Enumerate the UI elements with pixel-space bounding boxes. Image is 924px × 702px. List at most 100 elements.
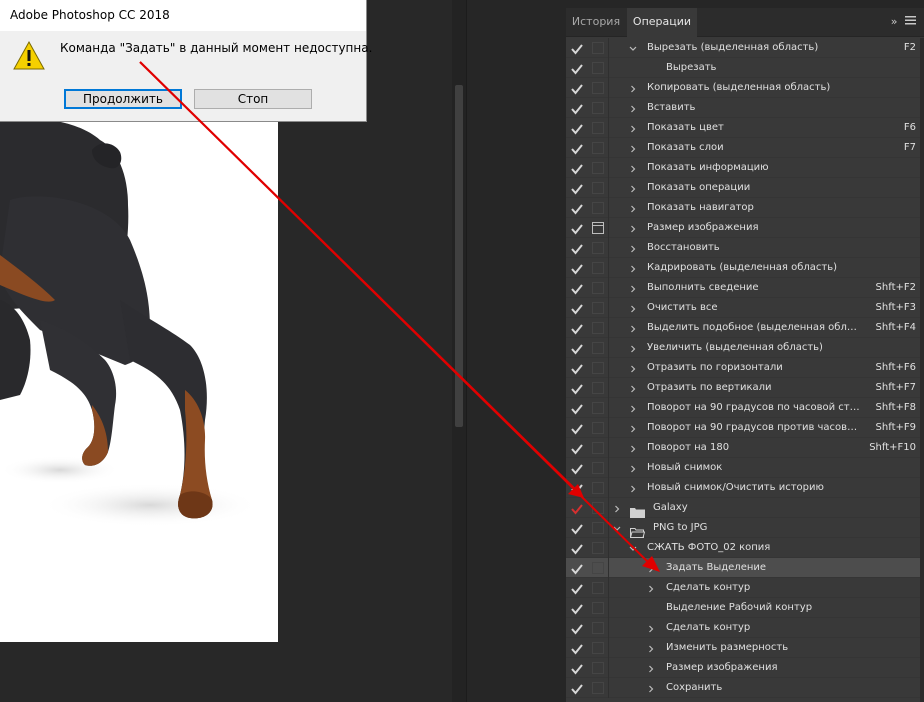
stop-button[interactable]: Стоп xyxy=(194,89,312,109)
action-row[interactable]: Показать операции xyxy=(566,178,920,198)
action-row[interactable]: Показать цвет F6 xyxy=(566,118,920,138)
action-row[interactable]: Выполнить сведение Shft+F2 xyxy=(566,278,920,298)
dialog-toggle-icon[interactable] xyxy=(592,262,604,274)
chevron-right-icon[interactable] xyxy=(646,641,656,655)
checkmark-icon[interactable] xyxy=(571,461,583,475)
dialog-toggle-icon[interactable] xyxy=(592,282,604,294)
chevron-right-icon[interactable] xyxy=(628,81,638,95)
dialog-toggle-icon[interactable] xyxy=(592,202,604,214)
action-row[interactable]: Поворот на 90 градусов по часовой стрелк… xyxy=(566,398,920,418)
checkmark-icon[interactable] xyxy=(571,401,583,415)
dialog-toggle-icon[interactable] xyxy=(592,302,604,314)
dialog-toggle-icon[interactable] xyxy=(592,402,604,414)
dialog-toggle-icon[interactable] xyxy=(592,602,604,614)
action-row[interactable]: Копировать (выделенная область) xyxy=(566,78,920,98)
chevron-right-icon[interactable] xyxy=(628,361,638,375)
chevron-right-icon[interactable] xyxy=(628,261,638,275)
checkmark-icon[interactable] xyxy=(571,321,583,335)
checkmark-icon[interactable] xyxy=(571,541,583,555)
action-row[interactable]: Выделить подобное (выделенная область) Sh… xyxy=(566,318,920,338)
chevron-right-icon[interactable] xyxy=(646,681,656,695)
chevron-right-icon[interactable] xyxy=(628,241,638,255)
dialog-toggle-icon[interactable] xyxy=(592,182,604,194)
action-row[interactable]: Размер изображения xyxy=(566,218,920,238)
action-row[interactable]: Кадрировать (выделенная область) xyxy=(566,258,920,278)
checkmark-icon[interactable] xyxy=(571,61,583,75)
checkmark-icon[interactable] xyxy=(571,641,583,655)
dialog-toggle-icon[interactable] xyxy=(592,682,604,694)
dialog-toggle-icon[interactable] xyxy=(592,362,604,374)
dialog-toggle-icon[interactable] xyxy=(592,142,604,154)
dialog-toggle-icon[interactable] xyxy=(592,582,604,594)
chevron-right-icon[interactable] xyxy=(628,181,638,195)
dialog-titlebar[interactable]: Adobe Photoshop CC 2018 xyxy=(0,0,366,31)
checkmark-icon[interactable] xyxy=(571,561,583,575)
checkmark-icon[interactable] xyxy=(571,81,583,95)
chevron-right-icon[interactable] xyxy=(646,561,656,575)
dialog-toggle-icon[interactable] xyxy=(592,382,604,394)
checkmark-icon[interactable] xyxy=(571,681,583,695)
checkmark-icon[interactable] xyxy=(571,421,583,435)
dialog-toggle-icon[interactable] xyxy=(592,242,604,254)
checkmark-icon[interactable] xyxy=(571,301,583,315)
dialog-toggle-icon[interactable] xyxy=(592,622,604,634)
checkmark-icon[interactable] xyxy=(571,501,583,515)
chevron-right-icon[interactable] xyxy=(628,301,638,315)
action-row[interactable]: Вставить xyxy=(566,98,920,118)
chevron-right-icon[interactable] xyxy=(628,401,638,415)
chevron-right-icon[interactable] xyxy=(612,501,622,515)
dialog-toggle-icon[interactable] xyxy=(592,422,604,434)
action-row[interactable]: Отразить по вертикали Shft+F7 xyxy=(566,378,920,398)
dialog-toggle-icon[interactable] xyxy=(592,222,604,234)
action-row[interactable]: Показать слои F7 xyxy=(566,138,920,158)
dialog-toggle-icon[interactable] xyxy=(592,62,604,74)
checkmark-icon[interactable] xyxy=(571,441,583,455)
checkmark-icon[interactable] xyxy=(571,41,583,55)
action-row[interactable]: Новый снимок xyxy=(566,458,920,478)
dialog-toggle-icon[interactable] xyxy=(592,642,604,654)
checkmark-icon[interactable] xyxy=(571,661,583,675)
chevron-right-icon[interactable] xyxy=(628,481,638,495)
checkmark-icon[interactable] xyxy=(571,361,583,375)
action-row[interactable]: Показать навигатор xyxy=(566,198,920,218)
action-row[interactable]: Размер изображения xyxy=(566,658,920,678)
chevron-down-icon[interactable] xyxy=(628,541,638,555)
action-row[interactable]: Поворот на 180 Shft+F10 xyxy=(566,438,920,458)
checkmark-icon[interactable] xyxy=(571,161,583,175)
action-row[interactable]: Показать информацию xyxy=(566,158,920,178)
chevron-right-icon[interactable] xyxy=(646,661,656,675)
checkmark-icon[interactable] xyxy=(571,221,583,235)
continue-button[interactable]: Продолжить xyxy=(64,89,182,109)
checkmark-icon[interactable] xyxy=(571,261,583,275)
chevron-right-icon[interactable] xyxy=(628,201,638,215)
panel-menu-button[interactable]: » xyxy=(891,8,916,36)
dialog-toggle-icon[interactable] xyxy=(592,322,604,334)
chevron-down-icon[interactable] xyxy=(612,521,622,535)
action-row[interactable]: Изменить размерность xyxy=(566,638,920,658)
checkmark-icon[interactable] xyxy=(571,621,583,635)
workspace-scroll-thumb[interactable] xyxy=(455,85,463,427)
checkmark-icon[interactable] xyxy=(571,481,583,495)
tab-history[interactable]: История xyxy=(566,8,626,36)
action-row[interactable]: Очистить все Shft+F3 xyxy=(566,298,920,318)
chevron-right-icon[interactable] xyxy=(628,321,638,335)
dialog-toggle-icon[interactable] xyxy=(592,82,604,94)
chevron-right-icon[interactable] xyxy=(628,381,638,395)
collapse-icon[interactable]: » xyxy=(891,15,898,28)
dialog-toggle-icon[interactable] xyxy=(592,662,604,674)
chevron-right-icon[interactable] xyxy=(628,161,638,175)
action-row[interactable]: Выделение Рабочий контур xyxy=(566,598,920,618)
chevron-right-icon[interactable] xyxy=(628,421,638,435)
action-row[interactable]: Сделать контур xyxy=(566,618,920,638)
chevron-right-icon[interactable] xyxy=(628,141,638,155)
dialog-toggle-icon[interactable] xyxy=(592,162,604,174)
dialog-toggle-icon[interactable] xyxy=(592,42,604,54)
chevron-right-icon[interactable] xyxy=(628,341,638,355)
chevron-right-icon[interactable] xyxy=(628,221,638,235)
action-row[interactable]: Galaxy xyxy=(566,498,920,518)
dialog-toggle-icon[interactable] xyxy=(592,542,604,554)
action-row[interactable]: СЖАТЬ ФОТО_02 копия xyxy=(566,538,920,558)
dialog-toggle-icon[interactable] xyxy=(592,462,604,474)
dialog-toggle-icon[interactable] xyxy=(592,502,604,514)
chevron-right-icon[interactable] xyxy=(628,281,638,295)
